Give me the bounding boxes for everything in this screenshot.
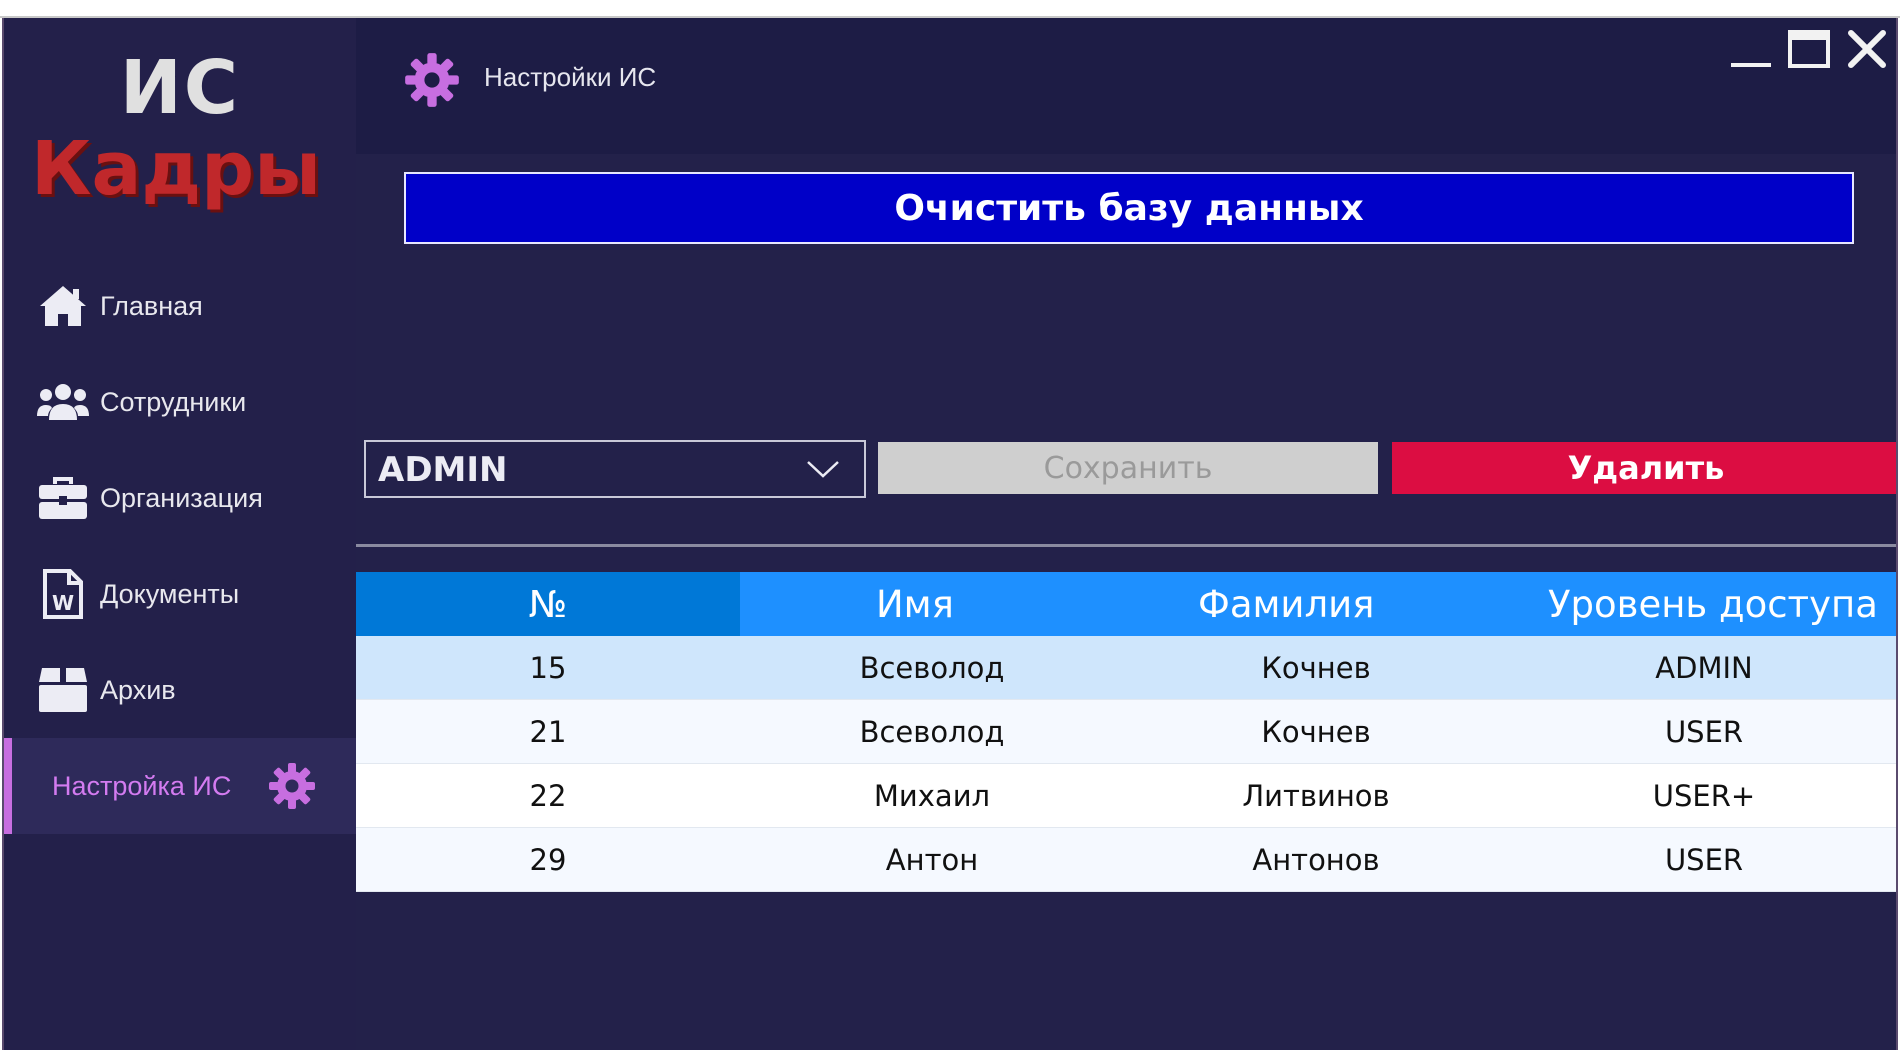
gear-icon	[267, 761, 317, 811]
cell-number: 22	[529, 778, 567, 813]
table-row[interactable]: 15 Всеволод Кочнев ADMIN	[356, 636, 1896, 700]
sidebar-item-documents[interactable]: W Документы	[4, 546, 356, 642]
cell-name: Михаил	[873, 778, 991, 813]
sidebar-item-label: Настройка ИС	[52, 770, 232, 801]
sidebar-item-archive[interactable]: Архив	[4, 642, 356, 738]
app-logo: ИС Кадры	[4, 48, 356, 210]
window-top-strip	[0, 0, 1900, 18]
column-header-number[interactable]: №	[356, 572, 740, 636]
sidebar-item-label: Документы	[100, 578, 240, 609]
cell-access-level: ADMIN	[1655, 650, 1753, 685]
sidebar-item-home[interactable]: Главная	[4, 258, 356, 354]
maximize-button[interactable]	[1784, 24, 1834, 74]
cell-name: Антон	[885, 842, 979, 877]
column-header-name[interactable]: Имя	[740, 572, 1124, 636]
table-row[interactable]: 21 Всеволод Кочнев USER	[356, 700, 1896, 764]
cell-surname: Кочнев	[1261, 714, 1371, 749]
access-level-select[interactable]: ADMIN	[364, 440, 866, 498]
sidebar: ИС Кадры Главная Сотрудники Организация …	[4, 18, 356, 1050]
table-header: № Имя Фамилия Уровень доступа	[356, 572, 1896, 636]
page-title: Настройки ИС	[484, 62, 657, 92]
column-header-surname[interactable]: Фамилия	[1124, 572, 1508, 636]
briefcase-icon	[36, 471, 90, 525]
delete-button[interactable]: Удалить	[1392, 442, 1896, 494]
save-button[interactable]: Сохранить	[878, 442, 1378, 494]
cell-number: 15	[529, 650, 567, 685]
settings-panel: Очистить базу данных ADMIN Сохранить Уда…	[356, 154, 1896, 1050]
cell-access-level: USER+	[1652, 778, 1756, 813]
maximize-icon	[1788, 30, 1830, 68]
cell-number: 29	[529, 842, 567, 877]
sidebar-item-label: Главная	[100, 290, 203, 321]
minimize-icon	[1731, 63, 1771, 67]
close-button[interactable]	[1842, 24, 1892, 74]
clear-database-button[interactable]: Очистить базу данных	[404, 172, 1854, 244]
cell-access-level: USER	[1664, 842, 1744, 877]
column-header-access-level[interactable]: Уровень доступа	[1508, 572, 1896, 636]
close-icon	[1848, 30, 1886, 68]
chevron-down-icon	[807, 461, 839, 478]
home-icon	[36, 279, 90, 333]
minimize-button[interactable]	[1726, 24, 1776, 74]
divider	[356, 544, 1896, 547]
active-indicator	[4, 738, 12, 834]
cell-surname: Антонов	[1252, 842, 1380, 877]
app-window: ИС Кадры Главная Сотрудники Организация …	[2, 18, 1898, 1050]
archive-box-icon	[36, 663, 90, 717]
table-row[interactable]: 22 Михаил Литвинов USER+	[356, 764, 1896, 828]
word-document-icon: W	[36, 567, 90, 621]
logo-line-2: Кадры	[30, 126, 322, 212]
cell-number: 21	[529, 714, 567, 749]
sidebar-nav: Главная Сотрудники Организация W Докумен…	[4, 258, 356, 834]
sidebar-item-employees[interactable]: Сотрудники	[4, 354, 356, 450]
table-row[interactable]: 29 Антон Антонов USER	[356, 828, 1896, 892]
logo-line-1: ИС	[119, 45, 241, 131]
sidebar-item-label: Сотрудники	[100, 386, 247, 417]
cell-access-level: USER	[1664, 714, 1744, 749]
cell-name: Всеволод	[859, 714, 1005, 749]
sidebar-item-settings[interactable]: Настройка ИС	[4, 738, 356, 834]
svg-text:W: W	[52, 591, 74, 615]
cell-surname: Кочнев	[1261, 650, 1371, 685]
user-controls: ADMIN Сохранить Удалить	[364, 440, 1896, 498]
sidebar-item-organization[interactable]: Организация	[4, 450, 356, 546]
cell-surname: Литвинов	[1242, 778, 1390, 813]
gear-icon	[404, 52, 460, 108]
cell-name: Всеволод	[859, 650, 1005, 685]
sidebar-item-label: Архив	[100, 674, 176, 705]
users-icon	[36, 375, 90, 429]
users-table: № Имя Фамилия Уровень доступа 15 Всеволо…	[356, 572, 1896, 892]
select-value: ADMIN	[378, 450, 508, 490]
sidebar-item-label: Организация	[100, 482, 263, 513]
page-header: Настройки ИС	[356, 18, 1896, 154]
